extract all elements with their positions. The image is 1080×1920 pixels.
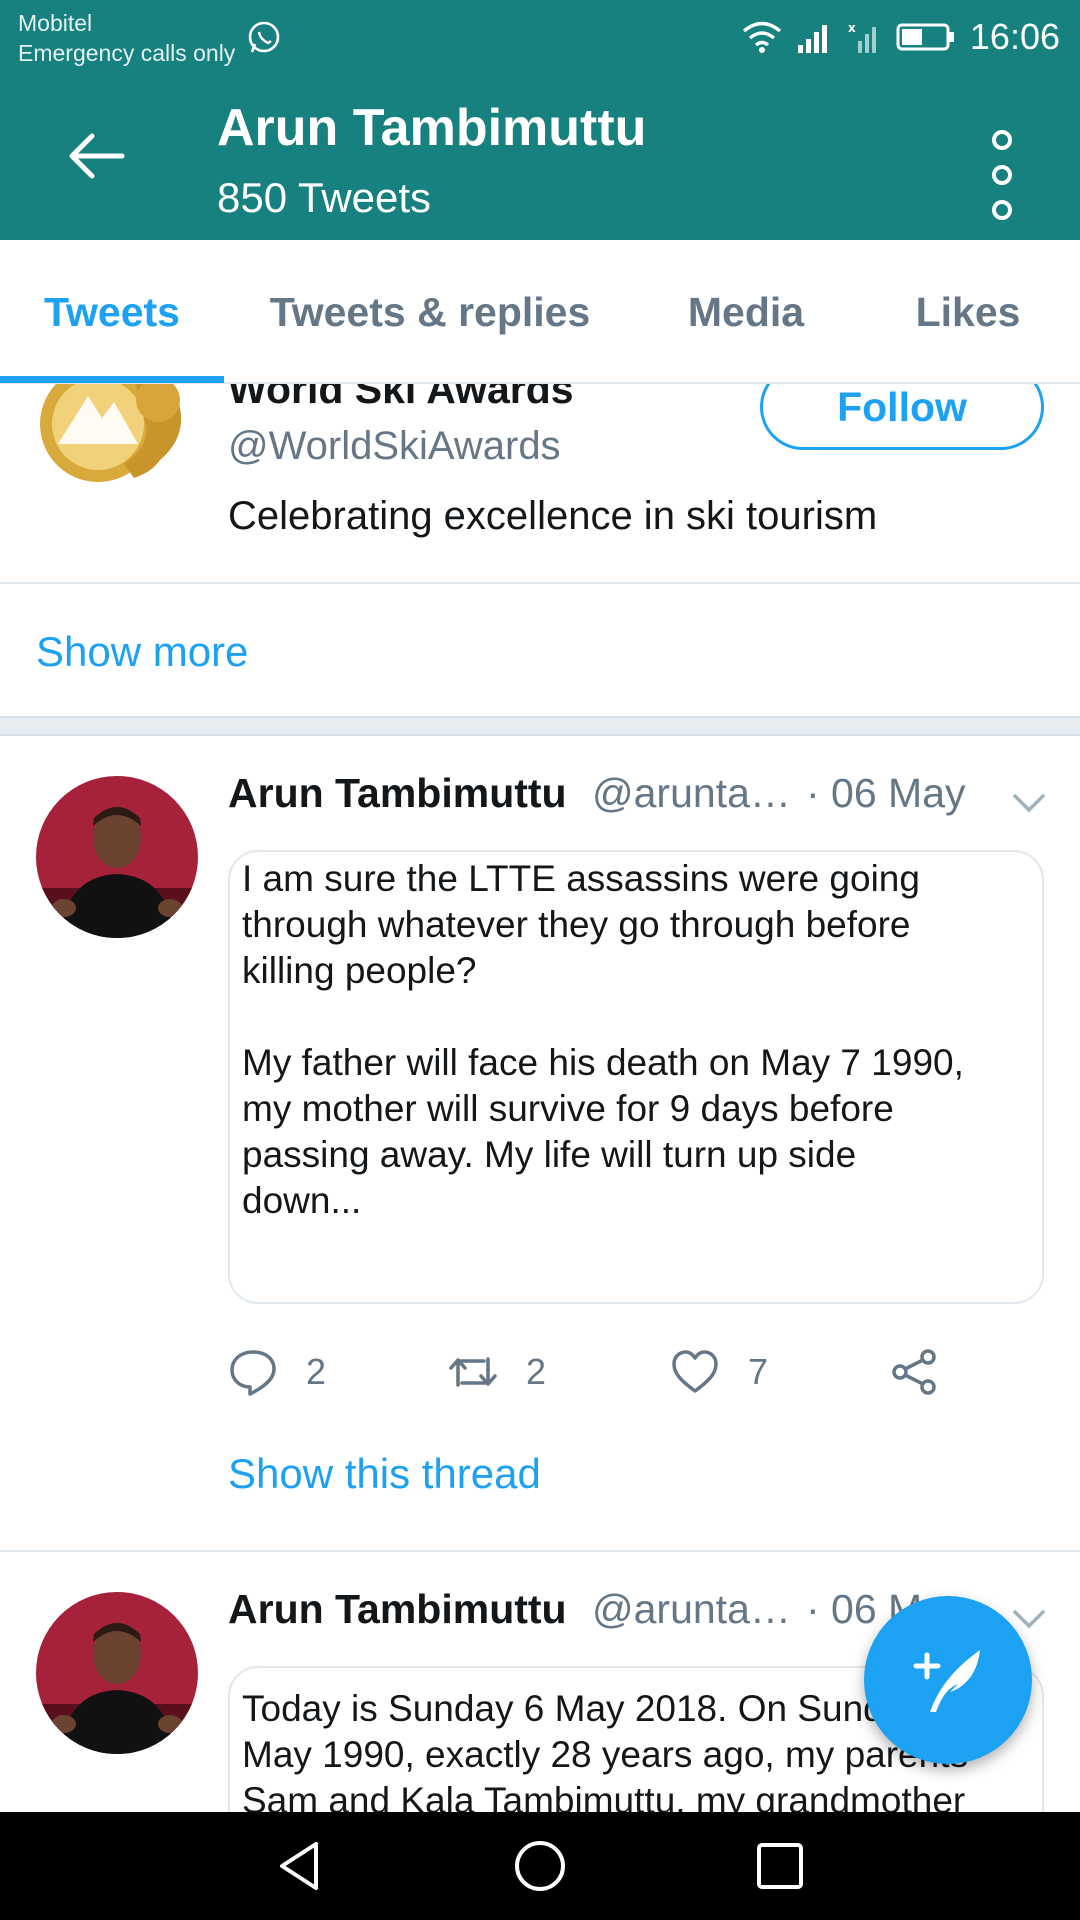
reply-count: 2 xyxy=(306,1351,327,1392)
tweet-date: · 06 May xyxy=(806,770,966,816)
show-more-link[interactable]: Show more xyxy=(36,628,248,676)
like-action[interactable]: 7 xyxy=(670,1344,768,1400)
title-bar: Arun Tambimuttu 850 Tweets xyxy=(0,72,1080,240)
wifi-icon xyxy=(742,21,781,53)
whatsapp-icon xyxy=(248,21,280,53)
show-thread-link[interactable]: Show this thread xyxy=(228,1450,541,1498)
status-icons: x 16:06 xyxy=(742,14,1060,60)
reply-action[interactable]: 2 xyxy=(228,1344,326,1400)
account-name[interactable]: World Ski Awards xyxy=(228,384,574,413)
back-arrow-icon[interactable] xyxy=(66,132,126,180)
battery-icon xyxy=(896,23,954,51)
tweet-author-handle: @arunta… xyxy=(592,770,791,816)
compose-tweet-icon xyxy=(913,1650,980,1712)
signal-icon xyxy=(797,25,827,53)
app-header: Mobitel Emergency calls only x 16:06 Aru… xyxy=(0,0,1080,240)
tweet-text-line: Today is Sunday 6 May 2018. On Sunday 6 xyxy=(242,1688,954,1729)
divider xyxy=(0,1550,1080,1552)
follow-button[interactable]: Follow xyxy=(760,384,1044,450)
chevron-down-icon[interactable] xyxy=(1012,1608,1046,1630)
reply-icon xyxy=(230,1350,276,1396)
tweet-text-line: Sam and Kala Tambimuttu, my grandmother xyxy=(242,1780,966,1812)
account-bio: Celebrating excellence in ski tourism xyxy=(228,494,878,538)
like-count: 7 xyxy=(748,1351,769,1392)
active-tab-indicator xyxy=(0,376,224,383)
carrier-info: Mobitel Emergency calls only xyxy=(18,8,235,68)
section-separator xyxy=(0,716,1080,736)
profile-tabs: Tweets Tweets & replies Media Likes xyxy=(0,240,1080,384)
system-nav-bar xyxy=(0,1812,1080,1920)
tweet-text-line: down... xyxy=(242,1180,362,1221)
retweet-icon xyxy=(449,1357,497,1387)
svg-text:x: x xyxy=(848,21,856,35)
tweet-text-line: passing away. My life will turn up side xyxy=(242,1134,857,1175)
carrier-note: Emergency calls only xyxy=(18,40,236,66)
account-handle: @WorldSkiAwards xyxy=(228,424,561,468)
tweet-text-line: killing people? xyxy=(242,950,477,991)
tab-likes[interactable]: Likes xyxy=(856,240,1080,384)
tweet-author-handle: @arunta… xyxy=(592,1586,791,1632)
more-vertical-icon[interactable] xyxy=(980,122,1024,232)
nav-recents-icon[interactable] xyxy=(750,1836,810,1896)
tweet-author-name[interactable]: Arun Tambimuttu xyxy=(228,1586,567,1633)
tweet-text-line: My father will face his death on May 7 1… xyxy=(242,1042,964,1083)
tweet-text-line: May 1990, exactly 28 years ago, my paren… xyxy=(242,1734,968,1775)
tweet-text-line: through whatever they go through before xyxy=(242,904,911,945)
timeline[interactable]: World Ski Awards @WorldSkiAwards Celebra… xyxy=(0,384,1080,1812)
like-icon xyxy=(672,1350,718,1393)
carrier-name: Mobitel xyxy=(18,10,93,36)
tweet-author-name[interactable]: Arun Tambimuttu xyxy=(228,770,567,817)
nav-back-icon[interactable] xyxy=(270,1836,330,1896)
chevron-down-icon[interactable] xyxy=(1012,792,1046,814)
avatar[interactable] xyxy=(36,776,198,938)
tweet-text-line: I am sure the LTTE assassins were going xyxy=(242,858,920,899)
avatar[interactable] xyxy=(36,1592,198,1754)
signal-icon-secondary: x xyxy=(848,21,876,53)
share-action[interactable] xyxy=(890,1344,940,1400)
profile-title: Arun Tambimuttu xyxy=(217,99,647,157)
nav-home-icon[interactable] xyxy=(510,1836,570,1896)
compose-tweet-button[interactable] xyxy=(864,1596,1032,1764)
clock: 16:06 xyxy=(969,16,1060,57)
tweet-count: 850 Tweets xyxy=(217,174,432,221)
share-icon xyxy=(892,1349,936,1395)
status-bar: Mobitel Emergency calls only x 16:06 xyxy=(0,0,1080,72)
tweet-text-line: my mother will survive for 9 days before xyxy=(242,1088,894,1129)
divider xyxy=(0,582,1080,584)
world-ski-awards-logo[interactable] xyxy=(36,384,196,504)
retweet-count: 2 xyxy=(526,1351,547,1392)
tab-tweets[interactable]: Tweets xyxy=(0,240,224,384)
tab-tweets-replies[interactable]: Tweets & replies xyxy=(224,240,636,384)
tab-media[interactable]: Media xyxy=(636,240,856,384)
quoted-tweet-card[interactable]: I am sure the LTTE assassins were going … xyxy=(228,850,1044,1304)
retweet-action[interactable]: 2 xyxy=(448,1344,546,1400)
